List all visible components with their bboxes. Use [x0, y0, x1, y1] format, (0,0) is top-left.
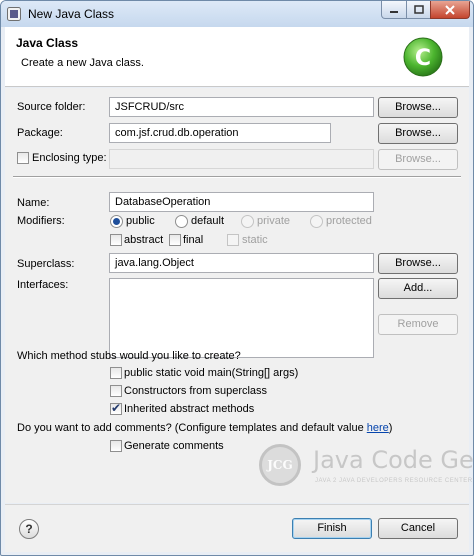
help-icon[interactable]: ?: [19, 519, 39, 539]
modifiers-label: Modifiers:: [17, 215, 65, 227]
comments-question-text: Do you want to add comments? (Configure …: [17, 422, 367, 434]
watermark-tagline: JAVA 2 JAVA DEVELOPERS RESOURCE CENTER: [315, 478, 473, 484]
radio-selected-dot: [113, 218, 120, 225]
modifier-abstract-checkbox[interactable]: [110, 234, 122, 246]
watermark-brand: Java Code Geeks: [313, 446, 474, 474]
wizard-heading: Java Class: [16, 36, 79, 50]
generate-comments-label: Generate comments: [124, 440, 224, 452]
source-folder-browse-button[interactable]: Browse...: [378, 97, 458, 118]
modifier-static-label: static: [242, 234, 268, 246]
finish-button[interactable]: Finish: [292, 518, 372, 539]
window-title: New Java Class: [28, 7, 115, 21]
minimize-button[interactable]: [381, 1, 407, 19]
package-label: Package:: [17, 127, 63, 139]
maximize-button[interactable]: [406, 1, 431, 19]
comments-question: Do you want to add comments? (Configure …: [17, 422, 392, 434]
wizard-header: Java Class Create a new Java class. C: [5, 27, 469, 87]
remove-interface-button: Remove: [378, 314, 458, 335]
stub-main-label: public static void main(String[] args): [124, 367, 299, 379]
interfaces-label: Interfaces:: [17, 279, 69, 291]
modifier-private-radio: [241, 215, 254, 228]
enclosing-type-browse-button: Browse...: [378, 149, 458, 170]
eclipse-app-icon: [7, 7, 21, 21]
enclosing-type-checkbox[interactable]: [17, 152, 29, 164]
jcg-logo: JCG: [259, 444, 301, 486]
java-code-geeks-watermark: JCG Java Code Geeks JAVA 2 JAVA DEVELOPE…: [253, 438, 473, 496]
button-bar: ? Finish Cancel: [5, 504, 469, 552]
modifier-protected-label: protected: [326, 215, 372, 227]
cancel-button[interactable]: Cancel: [378, 518, 458, 539]
modifier-final-label: final: [183, 234, 204, 246]
package-browse-button[interactable]: Browse...: [378, 123, 458, 144]
modifier-private-label: private: [257, 215, 291, 227]
source-folder-label: Source folder:: [17, 101, 86, 113]
separator: [13, 176, 461, 178]
enclosing-type-label: Enclosing type:: [32, 152, 107, 164]
stub-main-checkbox[interactable]: [110, 367, 122, 379]
superclass-input[interactable]: java.lang.Object: [109, 253, 374, 273]
name-label: Name:: [17, 197, 50, 209]
class-name-input[interactable]: DatabaseOperation: [109, 192, 374, 212]
package-input[interactable]: com.jsf.crud.db.operation: [109, 123, 331, 143]
interfaces-list[interactable]: [109, 278, 374, 358]
modifier-public-radio[interactable]: [110, 215, 123, 228]
java-class-icon: C: [403, 37, 443, 77]
modifier-public-label: public: [126, 215, 155, 227]
method-stubs-question: Which method stubs would you like to cre…: [17, 350, 241, 362]
modifier-abstract-label: abstract: [124, 234, 164, 246]
modifier-static-checkbox: [227, 234, 239, 246]
jcg-initials: JCG: [267, 458, 293, 472]
generate-comments-checkbox[interactable]: [110, 440, 122, 452]
configure-templates-link[interactable]: here: [367, 422, 389, 434]
comments-question-suffix: ): [388, 422, 393, 434]
superclass-browse-button[interactable]: Browse...: [378, 253, 458, 274]
enclosing-type-input: [109, 149, 374, 169]
add-interface-button[interactable]: Add...: [378, 278, 458, 299]
stub-inherited-label: Inherited abstract methods: [124, 403, 255, 415]
superclass-label: Superclass:: [17, 258, 75, 270]
stub-constructors-label: Constructors from superclass: [124, 385, 268, 397]
maximize-icon: [413, 5, 424, 14]
wizard-body: Source folder: JSFCRUD/src Browse... Pac…: [5, 88, 473, 503]
wizard-description: Create a new Java class.: [21, 57, 144, 69]
minimize-icon: [390, 10, 398, 13]
modifier-default-radio[interactable]: [175, 215, 188, 228]
stub-constructors-checkbox[interactable]: [110, 385, 122, 397]
checkmark-icon: ✔: [111, 401, 122, 415]
new-java-class-dialog: New Java Class Java Class Create a new J…: [0, 0, 474, 556]
close-button[interactable]: [430, 1, 470, 19]
title-bar[interactable]: New Java Class: [1, 1, 473, 27]
modifier-final-checkbox[interactable]: [169, 234, 181, 246]
svg-text:C: C: [415, 46, 431, 71]
modifier-default-label: default: [191, 215, 225, 227]
stub-inherited-checkbox[interactable]: ✔: [110, 401, 122, 415]
close-icon: [445, 4, 455, 15]
modifier-protected-radio: [310, 215, 323, 228]
source-folder-input[interactable]: JSFCRUD/src: [109, 97, 374, 117]
